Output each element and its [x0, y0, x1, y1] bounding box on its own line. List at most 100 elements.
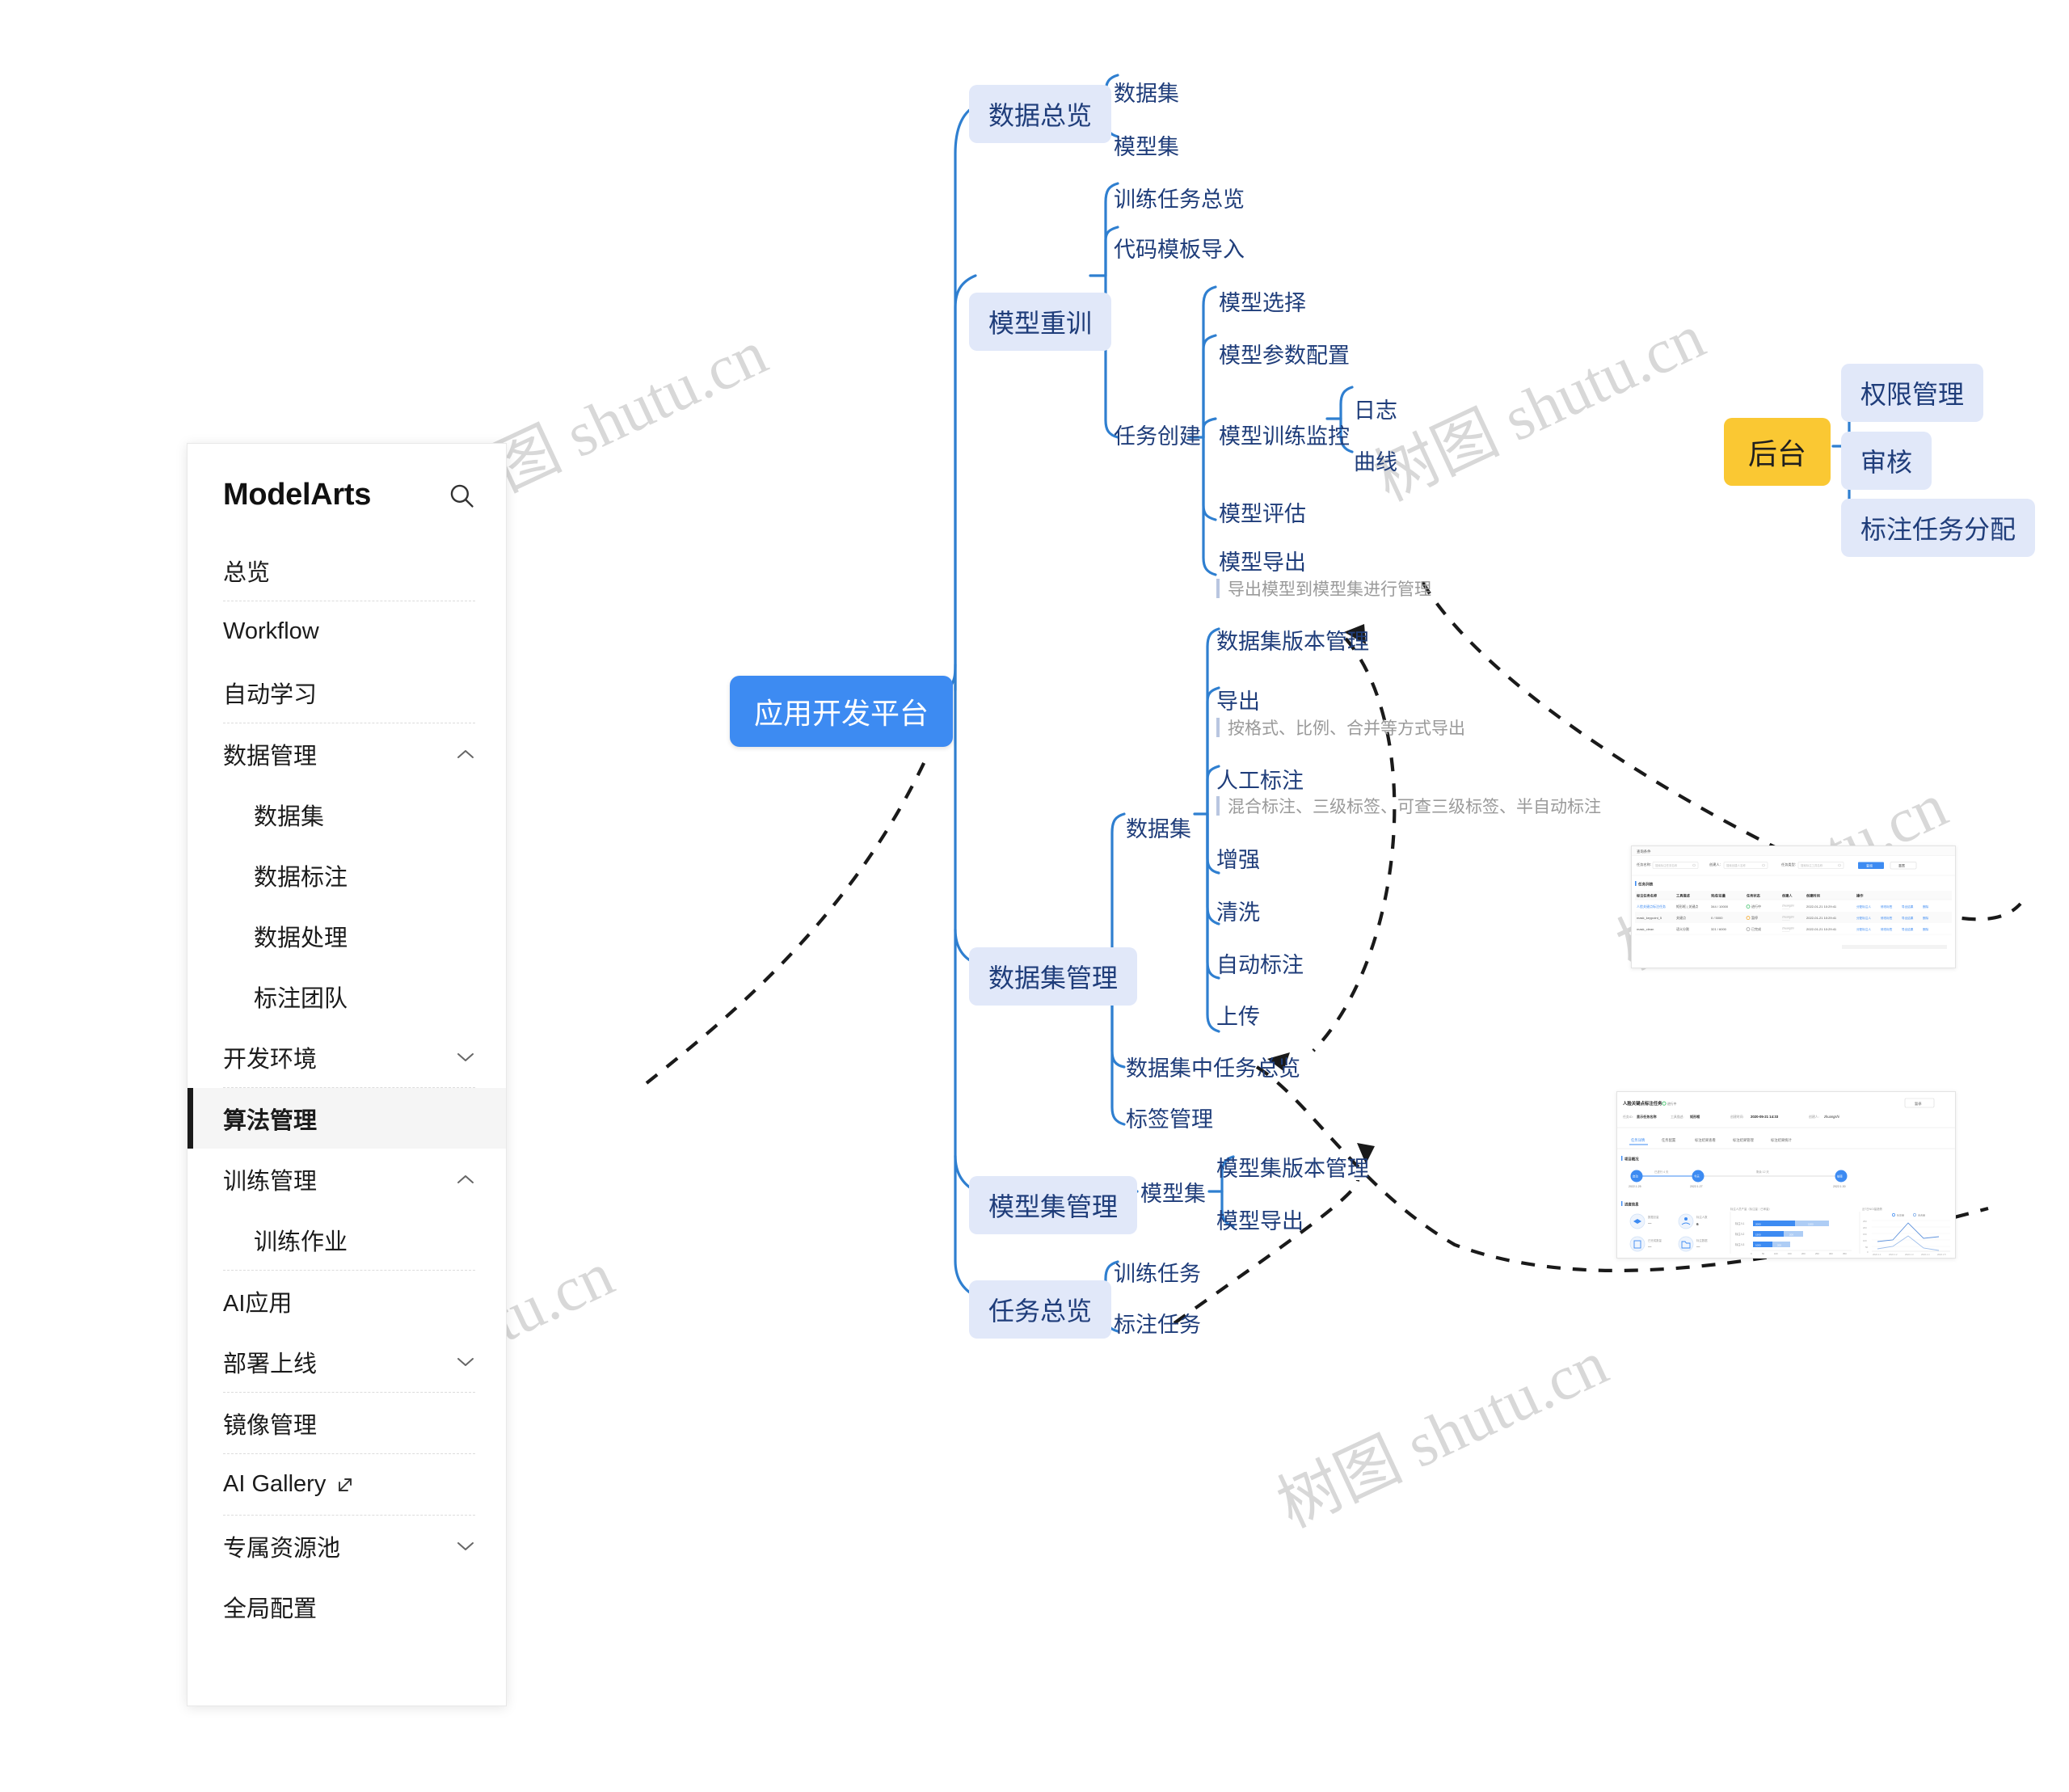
svg-text:0 / 5000: 0 / 5000 [1711, 916, 1723, 920]
mindmap-node-n13[interactable]: 模型评估 [1219, 496, 1306, 528]
node-label: 按格式、比例、合并等方式导出 [1228, 719, 1465, 738]
svg-text:标注数据: 标注数据 [1696, 1238, 1708, 1242]
svg-text:项目概况: 项目概况 [1624, 1157, 1639, 1162]
external-link-icon[interactable] [335, 1475, 355, 1495]
svg-text:标注人员产量（标注量｜已审量）: 标注人员产量（标注量｜已审量） [1730, 1207, 1772, 1211]
mindmap-node-n14[interactable]: 模型导出 [1219, 545, 1306, 576]
sidebar-item-13[interactable]: 部署上线 [188, 1331, 506, 1392]
sidebar-item-17[interactable]: 全局配置 [188, 1576, 506, 1637]
mindmap-node-n32[interactable]: 模型导出 [1216, 1204, 1304, 1235]
svg-text:创建时间:: 创建时间: [1730, 1115, 1744, 1119]
svg-text:工具描述:: 工具描述: [1671, 1115, 1684, 1119]
svg-text:搜索创建人名称: 搜索创建人名称 [1726, 863, 1746, 867]
svg-text:删除: 删除 [1923, 927, 1929, 931]
thumbnail-task-detail[interactable]: 人脸关键点标注任务 进行中 暂停 任务ID: 显示任务名称 工具描述: 矩形框 … [1616, 1091, 1956, 1259]
svg-text:分配标注人: 分配标注人 [1856, 927, 1871, 931]
svg-text:2022.1.2: 2022.1.2 [1889, 1253, 1898, 1256]
mindmap-node-n3[interactable]: 模型集 [1114, 129, 1179, 161]
sidebar-item-14[interactable]: 镜像管理 [188, 1393, 506, 1453]
sidebar-item-10[interactable]: 训练管理 [188, 1149, 506, 1209]
node-label: 训练任务总览 [1114, 188, 1245, 212]
svg-text:显示任务名称: 显示任务名称 [1637, 1114, 1657, 1119]
svg-text:创建时间: 创建时间 [1806, 893, 1820, 899]
sidebar-item-2[interactable]: 自动学习 [188, 662, 506, 723]
chevron-up-icon[interactable] [456, 1174, 475, 1185]
note-bar-icon [1216, 579, 1220, 598]
mindmap-node-n18[interactable]: 数据集版本管理 [1216, 624, 1369, 656]
mindmap-node-n9[interactable]: 模型参数配置 [1219, 338, 1350, 369]
mindmap-node-n5[interactable]: 训练任务总览 [1114, 182, 1245, 213]
mindmap-node-n16[interactable]: 数据集管理 [969, 947, 1138, 1006]
sidebar-item-8[interactable]: 开发环境 [188, 1027, 506, 1087]
svg-text:50: 50 [1762, 1252, 1765, 1255]
svg-text:创建人:: 创建人: [1809, 1115, 1819, 1119]
sidebar-item-label: 全局配置 [223, 1596, 318, 1622]
mindmap-node-n10[interactable]: 模型训练监控 [1219, 419, 1350, 450]
mindmap-node-n6[interactable]: 代码模板导入 [1114, 232, 1245, 264]
chevron-down-icon[interactable] [456, 1541, 475, 1552]
sidebar-item-11[interactable]: 训练作业 [188, 1209, 506, 1270]
mindmap-node-n24[interactable]: 清洗 [1216, 895, 1260, 926]
svg-text:2022.1.25: 2022.1.25 [1629, 1185, 1641, 1188]
sidebar-item-0[interactable]: 总览 [188, 540, 506, 601]
sidebar-item-label: 镜像管理 [223, 1412, 318, 1439]
node-label: 模型集 [1114, 135, 1179, 159]
node-label: 数据集 [1126, 817, 1191, 841]
mindmap-node-n30[interactable]: 模型集 [1140, 1176, 1206, 1208]
mindmap-node-n17[interactable]: 数据集 [1126, 812, 1191, 843]
svg-text:今天: 今天 [1694, 1174, 1700, 1179]
chevron-up-icon[interactable] [456, 748, 475, 760]
svg-text:———: ——— [1782, 919, 1790, 922]
mindmap-node-n29[interactable]: 模型集管理 [969, 1176, 1138, 1234]
svg-text:2022.1.27: 2022.1.27 [1690, 1185, 1703, 1188]
modelarts-sidebar: ModelArts 总览 Workflow 自动学习 数据管理 数据集 数据标注 数据处理标… [187, 443, 507, 1706]
sidebar-item-9[interactable]: 算法管理 [188, 1088, 506, 1149]
sidebar-item-6[interactable]: 数据处理 [188, 905, 506, 966]
mindmap-node-n27[interactable]: 数据集中任务总览 [1126, 1051, 1300, 1082]
mindmap-node-n26[interactable]: 上传 [1216, 999, 1260, 1031]
mindmap-node-n38[interactable]: 标注任务分配 [1841, 499, 2036, 557]
sidebar-item-4[interactable]: 数据集 [188, 784, 506, 845]
sidebar-item-12[interactable]: AI应用 [188, 1271, 506, 1331]
sidebar-item-3[interactable]: 数据管理 [188, 723, 506, 784]
sidebar-item-7[interactable]: 标注团队 [188, 966, 506, 1027]
sidebar-item-label: AI Gallery [223, 1471, 327, 1497]
search-icon[interactable] [448, 482, 475, 509]
mindmap-node-n36[interactable]: 权限管理 [1841, 364, 1984, 422]
svg-text:人脸关键点标注任务: 人脸关键点标注任务 [1623, 1100, 1662, 1107]
mindmap-node-n1[interactable]: 数据总览 [969, 85, 1112, 143]
mindmap-node-n12[interactable]: 曲线 [1354, 445, 1397, 476]
mindmap-node-n25[interactable]: 自动标注 [1216, 947, 1304, 979]
sidebar-item-15[interactable]: AI Gallery [188, 1454, 506, 1515]
mindmap-node-n35[interactable]: 标注任务 [1114, 1307, 1201, 1339]
mindmap-node-n34[interactable]: 训练任务 [1114, 1256, 1201, 1288]
svg-text:进行中: 进行中 [1751, 904, 1761, 909]
mindmap-node-n33[interactable]: 任务总览 [969, 1280, 1112, 1339]
mindmap-node-n11[interactable]: 日志 [1354, 393, 1397, 424]
sidebar-item-label: 专属资源池 [223, 1535, 341, 1562]
mindmap-node-n2[interactable]: 数据集 [1114, 76, 1179, 108]
thumbnail-task-list[interactable]: 查询条件 任务名称: 搜索标注任务名称 创建人: 搜索创建人名称 任务类型: 搜… [1631, 845, 1956, 968]
mindmap-backend-node[interactable]: 后台 [1724, 418, 1831, 486]
svg-text:删除: 删除 [1923, 904, 1929, 909]
mindmap-node-n19[interactable]: 导出 [1216, 684, 1260, 715]
mindmap-node-n8[interactable]: 模型选择 [1219, 285, 1306, 317]
svg-text:进行中: 进行中 [1667, 1102, 1677, 1106]
node-label: 模型评估 [1219, 502, 1306, 526]
mindmap-node-n31[interactable]: 模型集版本管理 [1216, 1151, 1369, 1183]
svg-text:标注任务名称: 标注任务名称 [1636, 893, 1658, 899]
sidebar-item-1[interactable]: Workflow [188, 601, 506, 662]
mindmap-node-n28[interactable]: 标签管理 [1126, 1102, 1213, 1133]
svg-text:修改标签: 修改标签 [1881, 916, 1893, 920]
sidebar-item-16[interactable]: 专属资源池 [188, 1516, 506, 1576]
mindmap-node-n23[interactable]: 增强 [1216, 842, 1260, 874]
sidebar-item-label: 训练作业 [254, 1229, 348, 1255]
mindmap-node-n37[interactable]: 审核 [1841, 432, 1932, 490]
mindmap-root-node[interactable]: 应用开发平台 [730, 676, 954, 747]
sidebar-item-5[interactable]: 数据标注 [188, 845, 506, 905]
mindmap-node-n4[interactable]: 模型重训 [969, 293, 1112, 351]
chevron-down-icon[interactable] [456, 1052, 475, 1063]
mindmap-node-n7[interactable]: 任务创建 [1114, 419, 1201, 450]
chevron-down-icon[interactable] [456, 1356, 475, 1368]
mindmap-node-n21[interactable]: 人工标注 [1216, 763, 1304, 795]
